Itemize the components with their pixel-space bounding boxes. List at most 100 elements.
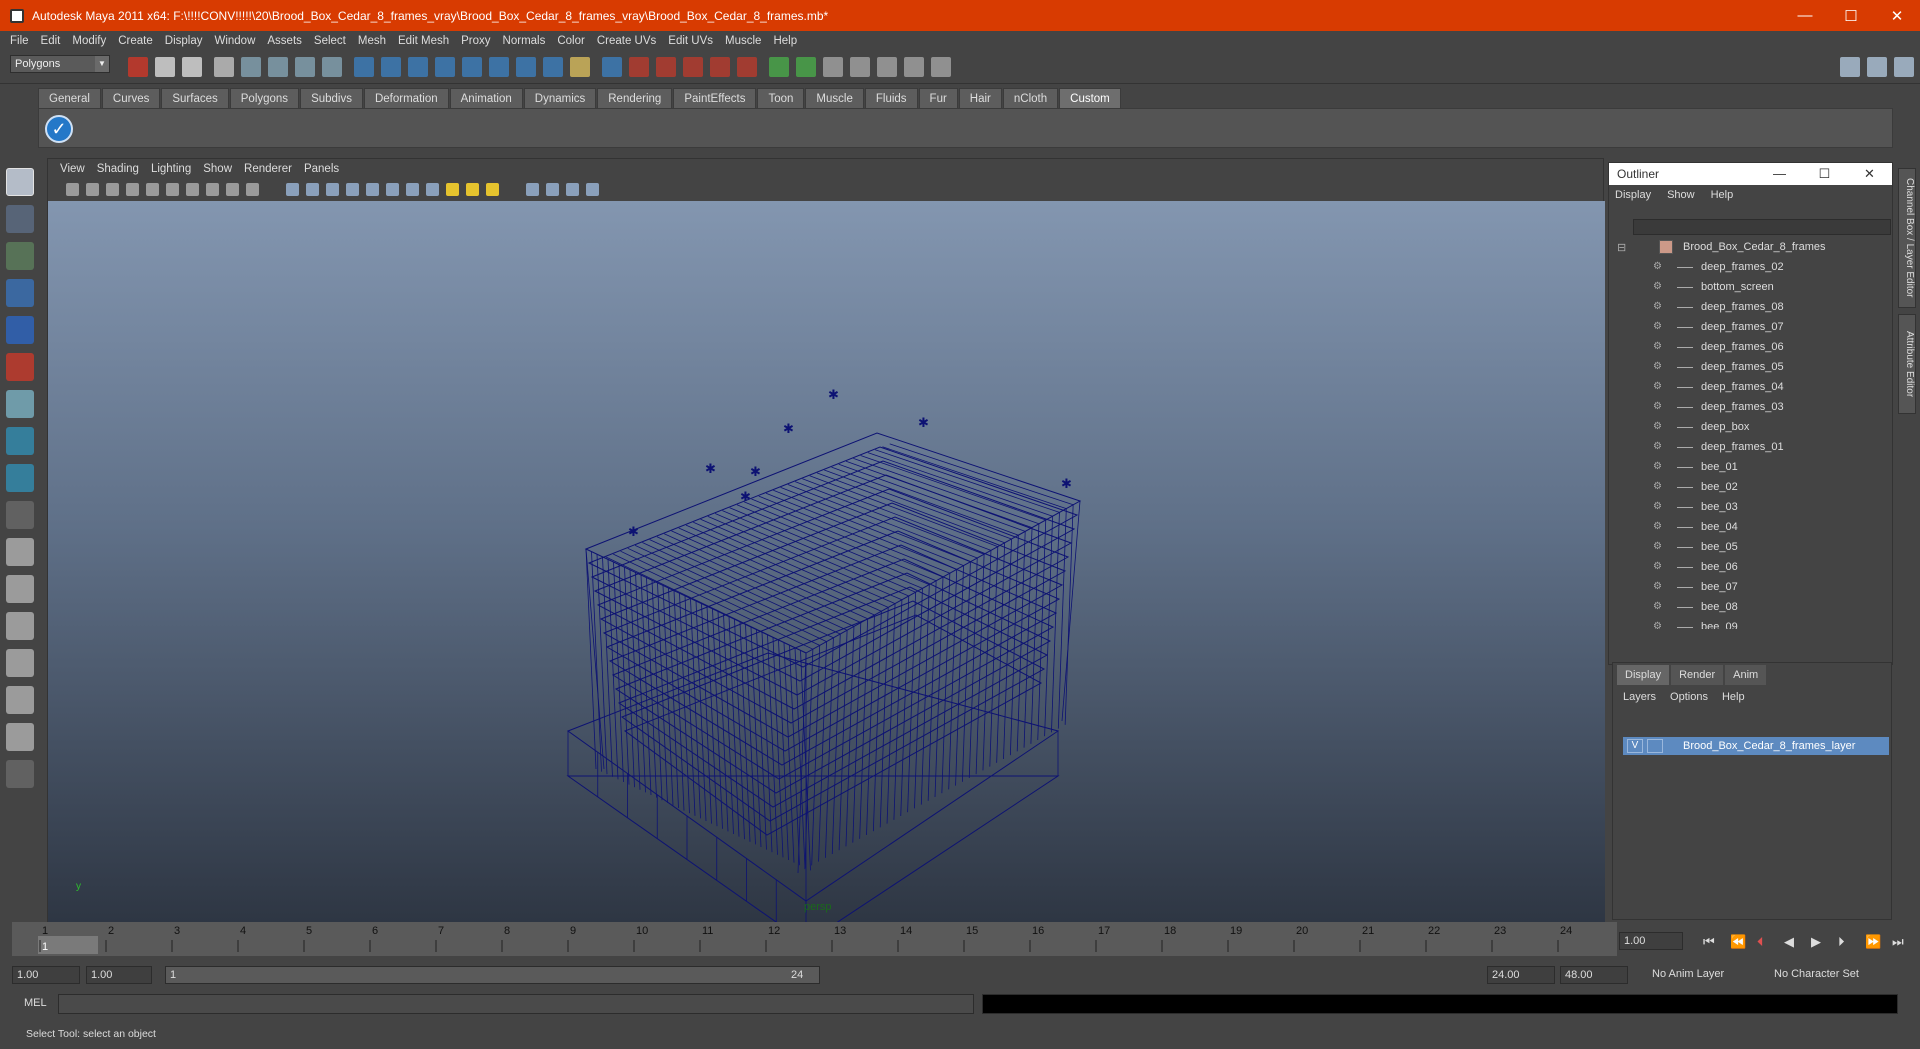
viewport-icon-4[interactable] <box>146 183 159 196</box>
outliner-item[interactable]: ⚙ bee_06 <box>1609 557 1879 577</box>
tab-hair[interactable]: Hair <box>958 88 1002 108</box>
outliner-item[interactable]: ⚙ deep_frames_03 <box>1609 397 1879 417</box>
viewport-icon-14[interactable] <box>366 183 379 196</box>
viewport-icon-2[interactable] <box>106 183 119 196</box>
layout-persp-outliner-icon[interactable] <box>6 649 34 677</box>
layout-four-pane-icon[interactable] <box>6 575 34 603</box>
render-view-icon[interactable] <box>737 57 757 77</box>
tab-curves[interactable]: Curves <box>101 88 161 108</box>
render-settings-icon[interactable] <box>683 57 703 77</box>
layout-grid-icon[interactable] <box>1894 57 1914 77</box>
outliner-item[interactable]: ⚙ bee_04 <box>1609 517 1879 537</box>
layout-single-icon[interactable] <box>1840 57 1860 77</box>
tab-custom[interactable]: Custom <box>1059 88 1121 108</box>
outliner-item[interactable]: ⚙ deep_frames_01 <box>1609 437 1879 457</box>
viewport-icon-19[interactable] <box>466 183 479 196</box>
move-tool-icon[interactable] <box>6 279 34 307</box>
playback-start-field[interactable]: 1.00 <box>86 966 152 984</box>
outliner-item[interactable]: ⚙ bee_03 <box>1609 497 1879 517</box>
attribute-editor-tab[interactable]: Attribute Editor <box>1898 314 1916 414</box>
input-line-icon[interactable] <box>769 57 789 77</box>
viewport-icon-3[interactable] <box>126 183 139 196</box>
viewport-icon-23[interactable] <box>566 183 579 196</box>
outliner-item[interactable]: ⚙ bee_08 <box>1609 597 1879 617</box>
help-icon[interactable] <box>543 57 563 77</box>
layer-tab-anim[interactable]: Anim <box>1725 665 1767 685</box>
save-scene-icon[interactable] <box>182 57 202 77</box>
close-button[interactable]: ✕ <box>1874 0 1920 31</box>
viewport-icon-18[interactable] <box>446 183 459 196</box>
outliner-item[interactable]: ⚙ bee_02 <box>1609 477 1879 497</box>
paint-select-icon[interactable] <box>6 242 34 270</box>
select-object-icon[interactable] <box>241 57 261 77</box>
step-forward-key-icon[interactable]: ⏩ <box>1865 934 1881 950</box>
render-current-icon[interactable] <box>629 57 649 77</box>
outliner-root-item[interactable]: ⊟ Brood_Box_Cedar_8_frames <box>1609 237 1879 257</box>
tool-settings-icon[interactable] <box>904 57 924 77</box>
range-slider[interactable]: 1 24 <box>165 966 820 984</box>
layout-more-icon[interactable] <box>6 760 34 788</box>
layer-tab-render[interactable]: Render <box>1671 665 1724 685</box>
step-back-frame-icon[interactable]: ⏴ <box>1757 934 1764 950</box>
outliner-item[interactable]: ⚙ bottom_screen <box>1609 277 1879 297</box>
snap-point-icon[interactable] <box>408 57 428 77</box>
tab-surfaces[interactable]: Surfaces <box>161 88 229 108</box>
viewport-menu-renderer[interactable]: Renderer <box>238 163 298 175</box>
menu-color[interactable]: Color <box>551 35 590 47</box>
show-manipulator-icon[interactable] <box>6 464 34 492</box>
viewport-icon-9[interactable] <box>246 183 259 196</box>
layer-menu-layers[interactable]: Layers <box>1623 691 1656 707</box>
new-scene-icon[interactable] <box>128 57 148 77</box>
outliner-menu-show[interactable]: Show <box>1667 189 1695 201</box>
tab-painteffects[interactable]: PaintEffects <box>673 88 757 108</box>
manipulator-icon[interactable] <box>6 390 34 418</box>
step-back-key-icon[interactable]: ⏪ <box>1730 934 1746 950</box>
minimize-button[interactable]: — <box>1782 0 1828 31</box>
time-slider[interactable]: 1 2 3 4 5 6 7 8 9 10 11 12 13 14 15 16 17 18 19 20 21 22 23 24 1 <box>12 922 1617 956</box>
soft-mod-icon[interactable] <box>6 427 34 455</box>
snap-plane-icon[interactable] <box>435 57 455 77</box>
viewport-icon-17[interactable] <box>426 183 439 196</box>
highlight-selection-icon[interactable] <box>322 57 342 77</box>
viewport-icon-1[interactable] <box>86 183 99 196</box>
layout-persp-graph-icon[interactable] <box>6 686 34 714</box>
viewport-icon-0[interactable] <box>66 183 79 196</box>
current-time-field[interactable]: 1.00 <box>1619 932 1683 950</box>
menu-set-selector[interactable]: Polygons ▼ <box>10 55 110 73</box>
menu-create[interactable]: Create <box>112 35 159 47</box>
tab-muscle[interactable]: Muscle <box>805 88 864 108</box>
tab-general[interactable]: General <box>38 88 101 108</box>
viewport-menu-shading[interactable]: Shading <box>91 163 145 175</box>
select-hierarchy-icon[interactable] <box>214 57 234 77</box>
outliner-item[interactable]: ⚙ deep_box <box>1609 417 1879 437</box>
tab-toon[interactable]: Toon <box>757 88 805 108</box>
channel-box-icon[interactable] <box>850 57 870 77</box>
outliner-item[interactable]: ⚙ bee_05 <box>1609 537 1879 557</box>
play-forward-icon[interactable]: ▶ <box>1811 934 1821 950</box>
lock-selection-icon[interactable] <box>295 57 315 77</box>
attribute-editor-icon[interactable] <box>877 57 897 77</box>
history-icon[interactable] <box>489 57 509 77</box>
viewport-menu-show[interactable]: Show <box>197 163 238 175</box>
outliner-item[interactable]: ⚙ deep_frames_02 <box>1609 257 1879 277</box>
select-component-icon[interactable] <box>268 57 288 77</box>
lasso-tool-icon[interactable] <box>6 205 34 233</box>
perspective-viewport[interactable]: ✱ ✱ ✱ ✱ ✱ ✱ ✱ ✱ y persp <box>48 201 1605 923</box>
layout-icon[interactable] <box>931 57 951 77</box>
layer-menu-help[interactable]: Help <box>1722 691 1745 707</box>
outliner-item[interactable]: ⚙ bee_07 <box>1609 577 1879 597</box>
rename-icon[interactable] <box>796 57 816 77</box>
layout-two-pane-icon[interactable] <box>6 612 34 640</box>
layer-tab-display[interactable]: Display <box>1617 665 1670 685</box>
layout-hypershade-icon[interactable] <box>6 723 34 751</box>
layer-row[interactable]: V Brood_Box_Cedar_8_frames_layer <box>1623 737 1889 755</box>
select-tool-icon[interactable] <box>6 168 34 196</box>
menu-modify[interactable]: Modify <box>66 35 112 47</box>
outliner-menu-display[interactable]: Display <box>1615 189 1651 201</box>
outliner-item[interactable]: ⚙ deep_frames_07 <box>1609 317 1879 337</box>
menu-normals[interactable]: Normals <box>497 35 552 47</box>
viewport-icon-8[interactable] <box>226 183 239 196</box>
viewport-icon-5[interactable] <box>166 183 179 196</box>
viewport-icon-20[interactable] <box>486 183 499 196</box>
viewport-icon-22[interactable] <box>546 183 559 196</box>
